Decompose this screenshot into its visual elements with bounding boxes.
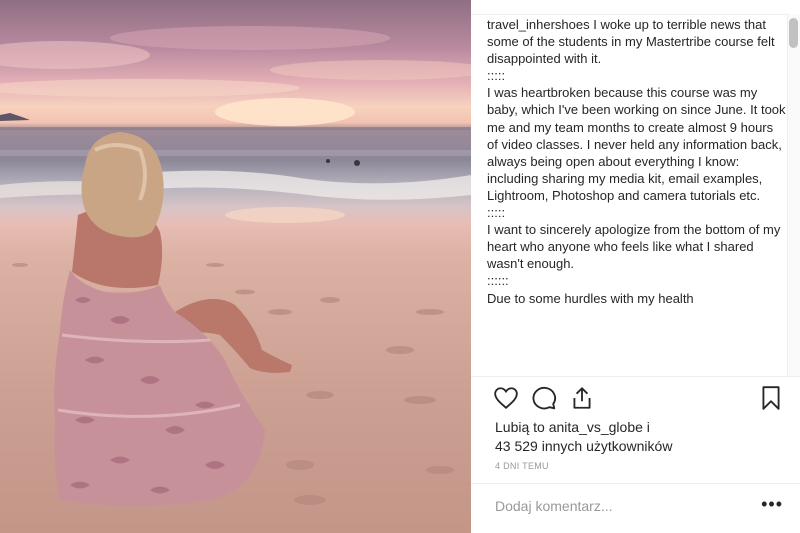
post-caption: travel_inhershoes I woke up to terrible … (487, 16, 787, 307)
post-timestamp[interactable]: 4 DNI TEMU (495, 461, 549, 471)
caption-separator: :::::: (487, 273, 509, 289)
caption-paragraph: I was heartbroken because this course wa… (487, 85, 786, 203)
comment-divider (471, 483, 800, 484)
actions-divider (471, 376, 800, 377)
caption-paragraph: Due to some hurdles with my health (487, 290, 694, 306)
beach-scene (0, 26, 471, 506)
caption-scrollbar-thumb[interactable] (789, 18, 798, 48)
post-side-panel: travel_inhershoes I woke up to terrible … (471, 0, 800, 533)
comment-icon[interactable] (531, 385, 559, 413)
action-bar (493, 385, 793, 413)
caption-separator: ::::: (487, 205, 506, 221)
bookmark-icon[interactable] (758, 385, 786, 413)
likes-count: 43 529 innych użytkowników (495, 438, 673, 454)
caption-separator: ::::: (487, 68, 506, 84)
comment-row: ••• (495, 494, 785, 518)
share-icon[interactable] (569, 385, 597, 413)
caption-username-link[interactable]: travel_inhershoes (487, 17, 590, 32)
top-divider (471, 14, 800, 15)
comment-input[interactable] (495, 498, 745, 514)
more-options-icon[interactable]: ••• (761, 494, 783, 515)
likes-summary[interactable]: Lubią to anita_vs_globe i 43 529 innych … (495, 418, 672, 456)
likes-line: Lubią to anita_vs_globe i (495, 419, 650, 435)
caption-line: travel_inhershoes I woke up to terrible … (487, 16, 787, 67)
caption-scrollbar[interactable] (787, 14, 800, 376)
caption-paragraph: I want to sincerely apologize from the b… (487, 222, 781, 272)
caption-scroll-area[interactable]: travel_inhershoes I woke up to terrible … (487, 16, 787, 376)
heart-icon[interactable] (493, 385, 521, 413)
post-photo (0, 0, 471, 533)
